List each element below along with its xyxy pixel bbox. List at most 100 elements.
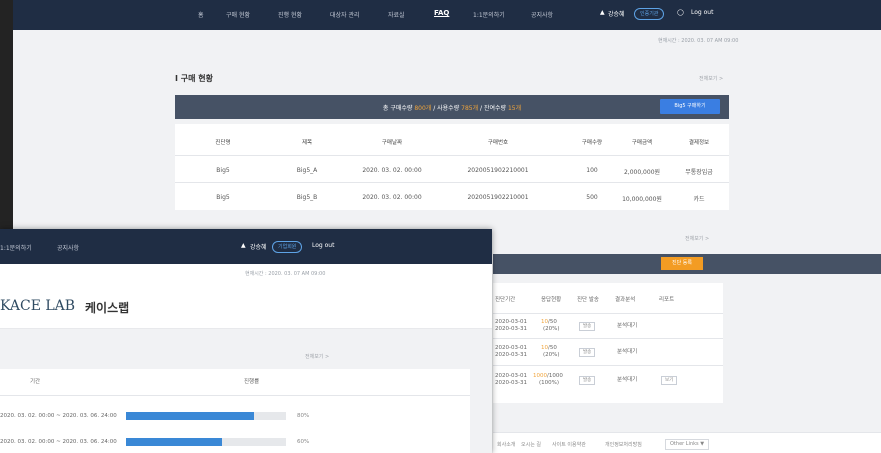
col-date: 구매날짜 xyxy=(381,140,403,146)
register-diagnosis-button[interactable]: 진단 등록 xyxy=(661,257,703,270)
user-icon: ▲ xyxy=(241,242,246,249)
nav-inquiry[interactable]: 1:1문의하기 xyxy=(473,10,505,19)
row2-progress-label: 60% xyxy=(297,439,310,445)
row2-pct: (20%) xyxy=(543,352,560,358)
cell: Big5 xyxy=(216,167,230,174)
row1-pct: (20%) xyxy=(543,326,560,332)
row1-period: 2020. 03. 02. 00:00 ~ 2020. 03. 06. 24:0… xyxy=(0,413,117,419)
cell: 2020051902210001 xyxy=(467,167,529,174)
footer-link-terms[interactable]: 사이트 이용약관 xyxy=(552,441,586,448)
current-time: 현재시간 : 2020. 03. 07 AM 09:00 xyxy=(658,38,739,44)
divider xyxy=(493,365,723,366)
total-count: 800개 xyxy=(414,105,432,112)
divider xyxy=(0,395,470,396)
nav-home[interactable]: 홈 xyxy=(198,10,204,19)
cell: 500 xyxy=(586,194,598,201)
user-name: 강승혜 xyxy=(250,244,267,251)
row3-send-button[interactable]: 발송 xyxy=(579,376,596,385)
cell: 100 xyxy=(586,167,598,174)
col-analysis: 결과분석 xyxy=(615,297,636,303)
logout-link[interactable]: Log out xyxy=(691,9,713,16)
col-qty: 구매수량 xyxy=(581,140,603,146)
cell: Big5_B xyxy=(296,194,318,201)
nav-notice[interactable]: 공지사항 xyxy=(531,10,553,19)
logout-link[interactable]: Log out xyxy=(312,242,334,249)
front-window: 1:1문의하기 공지사항 ▲ 강승혜 기업회원 Log out 현재시간 : 2… xyxy=(0,229,492,453)
user-badge: 인증기관 xyxy=(634,8,665,20)
row2-period: 2020. 03. 02. 00:00 ~ 2020. 03. 06. 24:0… xyxy=(0,439,117,445)
row1-progress-label: 80% xyxy=(297,413,310,419)
row1-send-button[interactable]: 발송 xyxy=(579,322,596,331)
col-order-no: 구매번호 xyxy=(487,140,509,146)
col-send: 진단 발송 xyxy=(577,297,599,303)
company-name: 케이스랩 xyxy=(85,301,130,315)
cell: 무통장입금 xyxy=(685,169,713,176)
top-nav: 1:1문의하기 공지사항 ▲ 강승혜 기업회원 Log out xyxy=(0,229,492,264)
col-period: 진단기간 xyxy=(495,297,516,303)
divider xyxy=(175,155,729,156)
col-payment: 결제정보 xyxy=(688,140,710,146)
row3-start: 2020-03-01 xyxy=(495,373,527,379)
row2-start: 2020-03-01 xyxy=(495,345,527,351)
row3-analysis: 분석대기 xyxy=(617,377,638,383)
nav-library[interactable]: 자료실 xyxy=(388,10,405,19)
nav-target-mgmt[interactable]: 대상자 관리 xyxy=(330,10,360,19)
nav-purchase[interactable]: 구매 현황 xyxy=(226,10,250,19)
cell: Big5_A xyxy=(296,167,318,174)
row2-analysis: 분석대기 xyxy=(617,349,638,355)
row3-response: 1000/1000 xyxy=(533,373,563,379)
company-logo: KACE LAB xyxy=(0,298,76,314)
row2-progress-bar xyxy=(126,438,286,446)
footer-link-privacy[interactable]: 개인정보처리방침 xyxy=(605,441,642,448)
divider xyxy=(493,338,723,339)
nav-inquiry[interactable]: 1:1문의하기 xyxy=(0,243,32,252)
nav-progress[interactable]: 진행 현황 xyxy=(278,10,302,19)
col-period: 기간 xyxy=(30,379,41,385)
purchase-summary: 총 구매수량 800개 / 사용수량 785개 / 잔여수량 15개 xyxy=(382,105,522,112)
second-view-all[interactable]: 전체보기 > xyxy=(685,235,709,242)
row2-send-button[interactable]: 발송 xyxy=(579,348,596,357)
row1-start: 2020-03-01 xyxy=(495,319,527,325)
purchase-summary-bar: 총 구매수량 800개 / 사용수량 785개 / 잔여수량 15개 Big5 … xyxy=(175,95,729,119)
user-badge: 기업회원 xyxy=(272,241,303,253)
divider xyxy=(175,182,729,183)
purchase-table: 진단명 제목 구매날짜 구매번호 구매수량 구매금액 결제정보 Big5 Big… xyxy=(175,124,729,210)
current-time: 현재시간 : 2020. 03. 07 AM 09:00 xyxy=(245,271,326,277)
company-header: KACE LAB 케이스랩 xyxy=(0,283,492,329)
user-name: 강승혜 xyxy=(608,11,625,18)
settings-icon[interactable]: ◯ xyxy=(677,9,684,16)
footer-link-about[interactable]: 회사소개 xyxy=(497,441,515,448)
row1-progress-bar xyxy=(126,412,286,420)
remaining-count: 15개 xyxy=(507,105,522,112)
row1-progress-fill xyxy=(126,412,254,420)
diagnosis-table: 진단기간 응답현황 진단 발송 결과분석 리포트 2020-03-01 2020… xyxy=(493,283,723,403)
col-diag-name: 진단명 xyxy=(215,140,231,146)
col-response: 응답현황 xyxy=(541,297,562,303)
purchase-section-title: I 구매 현황 xyxy=(175,74,213,83)
col-report: 리포트 xyxy=(659,297,675,303)
nav-faq[interactable]: FAQ xyxy=(434,9,449,17)
row1-end: 2020-03-31 xyxy=(495,326,527,332)
cell: 2020051902210001 xyxy=(467,194,529,201)
top-nav: 홈 구매 현황 진행 현황 대상자 관리 자료실 FAQ 1:1문의하기 공지사… xyxy=(13,0,881,30)
cell: Big5 xyxy=(216,194,230,201)
row1-response: 10/50 xyxy=(541,319,557,325)
row3-pct: (100%) xyxy=(539,380,560,386)
cell: 10,000,000원 xyxy=(622,196,662,203)
cell: 2020. 03. 02. 00:00 xyxy=(362,167,422,174)
row2-progress-fill xyxy=(126,438,222,446)
progress-table: 기간 진행률 2020. 03. 02. 00:00 ~ 2020. 03. 0… xyxy=(0,369,470,453)
col-title: 제목 xyxy=(301,140,313,146)
progress-view-all[interactable]: 전체보기 > xyxy=(305,353,329,360)
row2-end: 2020-03-31 xyxy=(495,352,527,358)
buy-big5-button[interactable]: Big5 구매하기 xyxy=(660,99,720,114)
row3-end: 2020-03-31 xyxy=(495,380,527,386)
other-links-dropdown[interactable]: Other Links ▼ xyxy=(665,439,710,450)
purchase-view-all[interactable]: 전체보기 > xyxy=(699,75,723,82)
cell: 2,000,000원 xyxy=(623,169,661,176)
nav-notice[interactable]: 공지사항 xyxy=(57,243,79,252)
footer-link-directions[interactable]: 오시는 길 xyxy=(521,441,541,448)
row3-report-button[interactable]: 보기 xyxy=(661,376,678,385)
row1-analysis: 분석대기 xyxy=(617,323,638,329)
col-amount: 구매금액 xyxy=(631,140,653,146)
